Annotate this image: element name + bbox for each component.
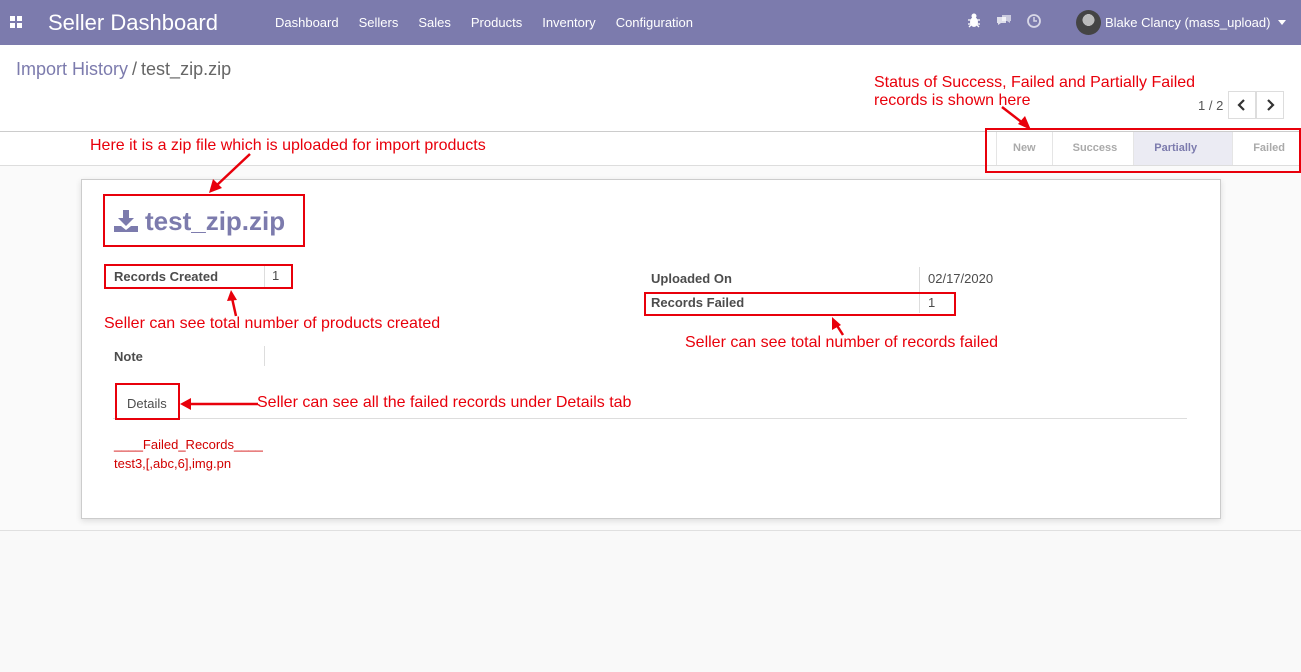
note-field[interactable] [264,346,265,366]
breadcrumb: Import History / test_zip.zip [16,59,231,80]
failed-record-row: test3,[,abc,6],img.pn [114,456,232,471]
chevron-right-icon [1267,99,1275,111]
breadcrumb-current: test_zip.zip [141,59,232,79]
breadcrumb-separator: / [132,59,138,79]
annotation-status-line2: records is shown here [874,92,1031,109]
annotation-box-status [985,128,1301,173]
annotation-zip: Here it is a zip file which is uploaded … [90,137,486,154]
annotation-box-title [103,194,305,247]
menu-dashboard[interactable]: Dashboard [275,15,339,30]
pager-next-button[interactable] [1256,91,1284,119]
bug-icon[interactable] [966,12,982,30]
menu-configuration[interactable]: Configuration [616,15,693,30]
top-navbar: Seller Dashboard Dashboard Sellers Sales… [0,0,1301,45]
tab-divider [113,418,1187,419]
app-brand[interactable]: Seller Dashboard [48,10,218,36]
chevron-left-icon [1237,99,1245,111]
chat-icon[interactable] [996,12,1012,30]
menu-inventory[interactable]: Inventory [542,15,595,30]
failed-records-header: ____Failed_Records____ [114,437,263,452]
annotation-created: Seller can see total number of products … [104,315,441,332]
menu-products[interactable]: Products [471,15,522,30]
annotation-box-created [104,264,293,289]
pager-value[interactable]: 1 / 2 [1198,98,1223,113]
chevron-down-icon[interactable] [1278,20,1286,25]
annotation-box-details [115,383,180,420]
apps-icon[interactable] [10,16,23,28]
user-avatar[interactable] [1076,10,1101,35]
annotation-failed: Seller can see total number of records f… [685,334,999,351]
systray [966,12,1042,30]
user-menu[interactable]: Blake Clancy (mass_upload) [1105,15,1270,30]
clock-icon[interactable] [1026,12,1042,30]
annotation-box-failed [644,292,956,316]
annotation-status: Status of Success, Failed and Partially … [874,74,1196,91]
note-label: Note [114,349,143,364]
pager-previous-button[interactable] [1228,91,1256,119]
breadcrumb-import-history[interactable]: Import History [16,59,128,79]
main-menu: Dashboard Sellers Sales Products Invento… [275,15,713,30]
uploaded-on-label: Uploaded On [651,271,732,286]
menu-sales[interactable]: Sales [418,15,451,30]
uploaded-on-value: 02/17/2020 [928,271,994,286]
annotation-details: Seller can see all the failed records un… [257,394,632,411]
menu-sellers[interactable]: Sellers [359,15,399,30]
